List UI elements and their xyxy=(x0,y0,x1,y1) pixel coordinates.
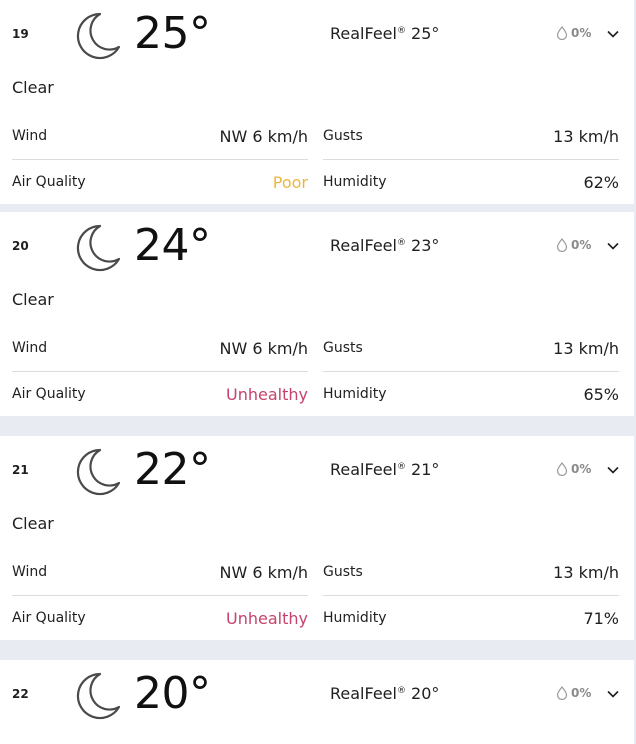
water-drop-icon xyxy=(556,238,568,252)
gusts-value: 13 km/h xyxy=(553,338,619,358)
realfeel-value: 21° xyxy=(405,460,440,479)
gusts-row: Gusts 13 km/h xyxy=(323,549,619,596)
crescent-moon-icon xyxy=(76,448,121,496)
hourly-forecast-list: 19 25° RealFeel® 25° 0% Clear Wind NW 6 … xyxy=(0,0,636,744)
humidity-label: Humidity xyxy=(323,610,387,626)
humidity-row: Humidity 65% xyxy=(323,371,619,417)
realfeel-label: RealFeel xyxy=(330,684,397,703)
wind-row: Wind NW 6 km/h xyxy=(12,549,308,596)
air-quality-row: Air Quality Poor xyxy=(12,159,308,205)
water-drop-icon xyxy=(556,26,568,40)
hour-label: 21 xyxy=(12,463,29,477)
precip-probability: 0% xyxy=(556,26,591,40)
hour-label: 22 xyxy=(12,687,29,701)
realfeel-label: RealFeel xyxy=(330,460,397,479)
air-quality-label: Air Quality xyxy=(12,386,86,402)
realfeel-registered-mark: ® xyxy=(396,26,406,36)
wind-label: Wind xyxy=(12,564,48,580)
realfeel-value: 23° xyxy=(405,236,440,255)
precip-probability: 0% xyxy=(556,462,591,476)
precip-value: 0% xyxy=(571,686,592,700)
gusts-label: Gusts xyxy=(323,340,363,356)
condition-phrase: Clear xyxy=(12,514,54,533)
chevron-down-icon[interactable] xyxy=(605,238,621,254)
humidity-row: Humidity 71% xyxy=(323,595,619,641)
realfeel-value: 20° xyxy=(405,684,440,703)
hourly-card[interactable]: 19 25° RealFeel® 25° 0% Clear Wind NW 6 … xyxy=(0,0,634,204)
hourly-card[interactable]: 20 24° RealFeel® 23° 0% Clear Wind NW 6 … xyxy=(0,212,634,416)
humidity-label: Humidity xyxy=(323,386,387,402)
wind-label: Wind xyxy=(12,340,48,356)
realfeel-value: 25° xyxy=(405,24,440,43)
realfeel-registered-mark: ® xyxy=(396,238,406,248)
realfeel-registered-mark: ® xyxy=(396,462,406,472)
temperature: 24° xyxy=(134,220,211,271)
gusts-label: Gusts xyxy=(323,564,363,580)
air-quality-row: Air Quality Unhealthy xyxy=(12,595,308,641)
gusts-label: Gusts xyxy=(323,128,363,144)
condition-phrase: Clear xyxy=(12,290,54,309)
humidity-label: Humidity xyxy=(323,174,387,190)
wind-value: NW 6 km/h xyxy=(219,562,308,582)
water-drop-icon xyxy=(556,462,568,476)
air-quality-row: Air Quality Unhealthy xyxy=(12,371,308,417)
humidity-value: 71% xyxy=(583,608,619,628)
realfeel: RealFeel® 20° xyxy=(330,684,439,703)
condition-phrase: Clear xyxy=(12,78,54,97)
hour-label: 20 xyxy=(12,239,29,253)
realfeel: RealFeel® 21° xyxy=(330,460,439,479)
realfeel-label: RealFeel xyxy=(330,236,397,255)
humidity-row: Humidity 62% xyxy=(323,159,619,205)
air-quality-value[interactable]: Poor xyxy=(273,173,308,192)
temperature: 22° xyxy=(134,444,211,495)
humidity-value: 65% xyxy=(583,384,619,404)
hour-label: 19 xyxy=(12,27,29,41)
crescent-moon-icon xyxy=(76,12,121,60)
air-quality-label: Air Quality xyxy=(12,174,86,190)
water-drop-icon xyxy=(556,686,568,700)
precip-value: 0% xyxy=(571,26,592,40)
precip-probability: 0% xyxy=(556,238,591,252)
gusts-row: Gusts 13 km/h xyxy=(323,113,619,160)
wind-row: Wind NW 6 km/h xyxy=(12,325,308,372)
gusts-value: 13 km/h xyxy=(553,562,619,582)
precip-value: 0% xyxy=(571,238,592,252)
hourly-card[interactable]: 21 22° RealFeel® 21° 0% Clear Wind NW 6 … xyxy=(0,436,634,640)
chevron-down-icon[interactable] xyxy=(605,686,621,702)
temperature: 25° xyxy=(134,8,211,59)
wind-label: Wind xyxy=(12,128,48,144)
wind-row: Wind NW 6 km/h xyxy=(12,113,308,160)
realfeel-registered-mark: ® xyxy=(396,686,406,696)
air-quality-value[interactable]: Unhealthy xyxy=(226,609,308,628)
wind-value: NW 6 km/h xyxy=(219,338,308,358)
temperature: 20° xyxy=(134,668,211,719)
precip-probability: 0% xyxy=(556,686,591,700)
chevron-down-icon[interactable] xyxy=(605,26,621,42)
humidity-value: 62% xyxy=(583,172,619,192)
crescent-moon-icon xyxy=(76,224,121,272)
chevron-down-icon[interactable] xyxy=(605,462,621,478)
crescent-moon-icon xyxy=(76,672,121,720)
precip-value: 0% xyxy=(571,462,592,476)
realfeel: RealFeel® 25° xyxy=(330,24,439,43)
gusts-row: Gusts 13 km/h xyxy=(323,325,619,372)
air-quality-label: Air Quality xyxy=(12,610,86,626)
air-quality-value[interactable]: Unhealthy xyxy=(226,385,308,404)
realfeel: RealFeel® 23° xyxy=(330,236,439,255)
hourly-card[interactable]: 22 20° RealFeel® 20° 0% xyxy=(0,660,634,744)
gusts-value: 13 km/h xyxy=(553,126,619,146)
realfeel-label: RealFeel xyxy=(330,24,397,43)
wind-value: NW 6 km/h xyxy=(219,126,308,146)
